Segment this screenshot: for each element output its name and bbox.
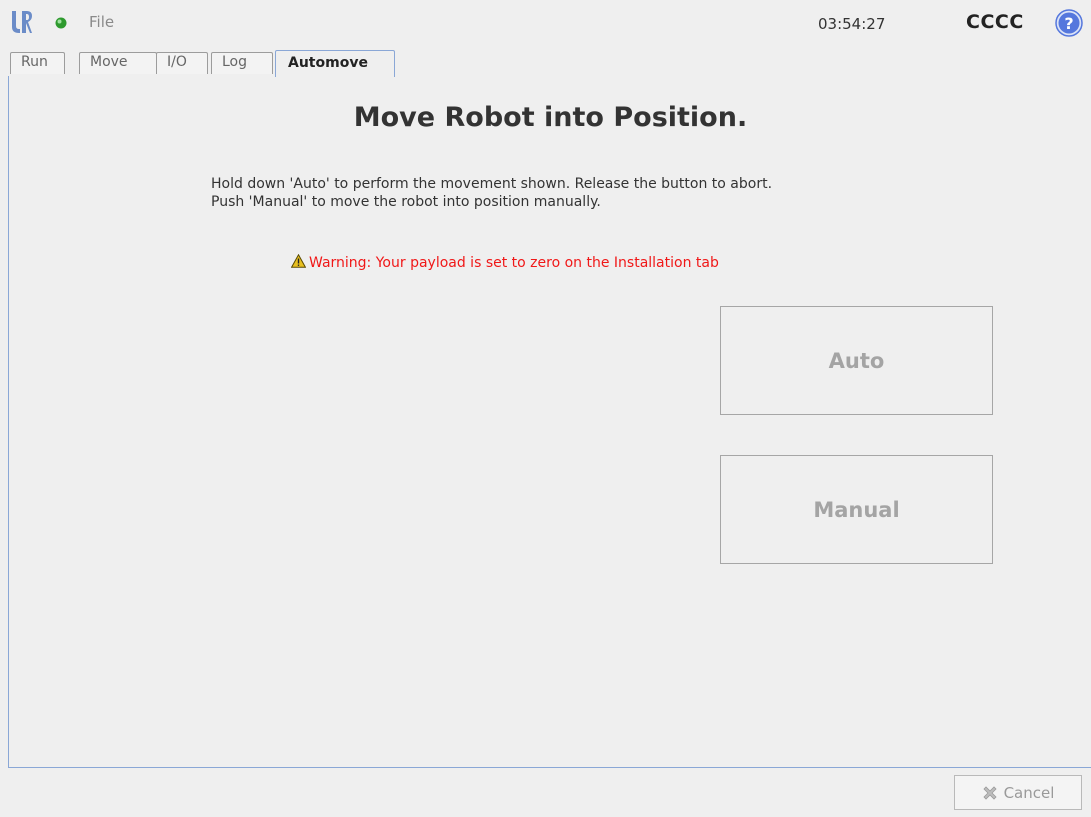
automove-panel: Move Robot into Position. Hold down 'Aut… [8, 76, 1091, 768]
tab-log[interactable]: Log [211, 52, 273, 74]
warning-icon [291, 254, 306, 268]
tab-move[interactable]: Move [79, 52, 157, 74]
cancel-label: Cancel [1003, 783, 1055, 802]
status-dot-icon [55, 17, 67, 29]
page-title: Move Robot into Position. [353, 102, 748, 133]
clock: 03:54:27 [818, 15, 886, 33]
robot-name: CCCC [966, 11, 1024, 33]
file-menu[interactable]: File [89, 13, 114, 31]
auto-button[interactable]: Auto [720, 306, 993, 415]
payload-warning: Warning: Your payload is set to zero on … [291, 254, 719, 271]
warning-text: Warning: Your payload is set to zero on … [309, 255, 719, 271]
tab-io[interactable]: I/O [156, 52, 208, 74]
svg-text:?: ? [1064, 14, 1073, 33]
instruction-line: Push 'Manual' to move the robot into pos… [211, 194, 601, 210]
tab-run[interactable]: Run [10, 52, 65, 74]
manual-button[interactable]: Manual [720, 455, 993, 564]
tab-bar: Run Move I/O Log Automove [0, 46, 1091, 77]
top-bar: File 03:54:27 CCCC ? [0, 0, 1091, 46]
help-icon[interactable]: ? [1055, 9, 1083, 37]
instruction-line: Hold down 'Auto' to perform the movement… [211, 176, 773, 192]
cancel-x-icon [983, 785, 997, 800]
cancel-button[interactable]: Cancel [954, 775, 1082, 810]
tab-automove[interactable]: Automove [275, 50, 395, 77]
instructions: Hold down 'Auto' to perform the movement… [211, 175, 772, 211]
universal-robots-logo [12, 11, 32, 33]
